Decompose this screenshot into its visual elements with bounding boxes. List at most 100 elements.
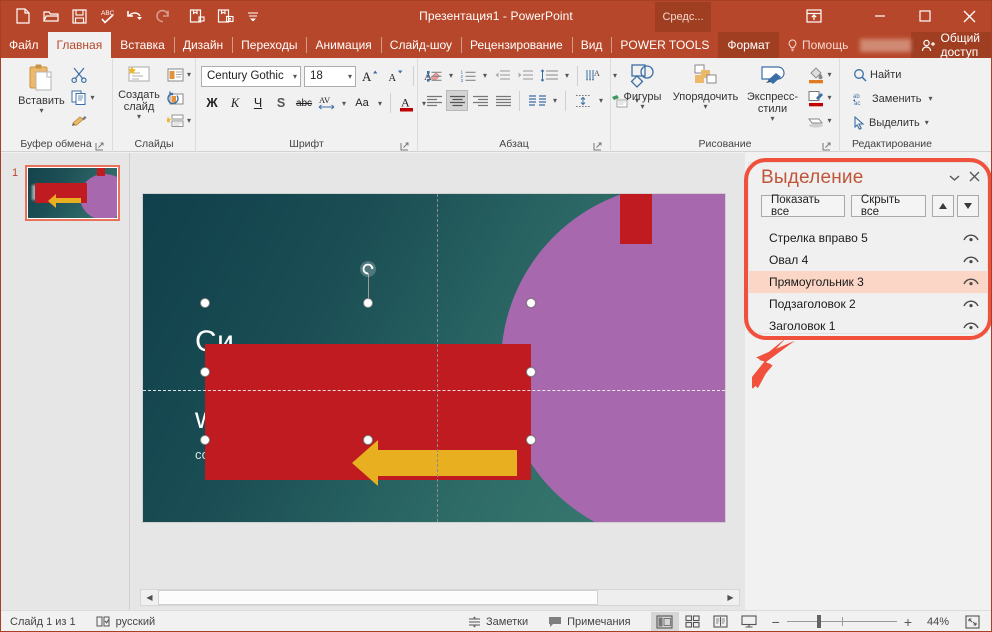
selection-item-arrow-5[interactable]: Стрелка вправо 5 — [749, 227, 987, 249]
tab-file[interactable]: Файл — [0, 32, 48, 58]
scroll-right-icon[interactable]: ▶ — [722, 590, 739, 605]
visibility-eye-icon[interactable] — [963, 233, 979, 243]
copy-caret-icon[interactable]: ▾ — [90, 94, 94, 102]
move-up-button[interactable] — [932, 195, 954, 217]
scroll-left-icon[interactable]: ◀ — [141, 590, 158, 605]
selection-pane[interactable]: Выделение Показать все Скрыть все Стрелк… — [748, 162, 988, 334]
line-spacing-button[interactable] — [537, 65, 561, 86]
tab-home[interactable]: Главная — [47, 32, 112, 58]
font-family-caret-icon[interactable]: ▾ — [287, 72, 297, 81]
slide-indicator[interactable]: Слайд 1 из 1 — [0, 611, 86, 632]
fit-slide-to-window-icon[interactable] — [958, 612, 986, 632]
bullets-button[interactable] — [423, 65, 445, 86]
character-spacing-button[interactable]: AV — [316, 92, 338, 114]
tab-slideshow[interactable]: Слайд-шоу — [380, 32, 461, 58]
font-size-combo[interactable]: 18 ▾ — [304, 65, 356, 87]
change-case-caret-icon[interactable]: ▾ — [375, 99, 385, 108]
new-slide-caret-icon[interactable]: ▾ — [137, 113, 141, 121]
tab-design[interactable]: Дизайн — [173, 32, 232, 58]
paragraph-dialog-launcher-icon[interactable] — [592, 140, 603, 151]
maximize-icon[interactable] — [902, 0, 947, 32]
tab-transitions[interactable]: Переходы — [232, 32, 306, 58]
layout-button[interactable]: ▾ — [164, 64, 194, 85]
slideshow-icon[interactable] — [735, 612, 763, 632]
close-pane-icon[interactable] — [969, 169, 980, 187]
new-document-icon[interactable] — [10, 3, 36, 29]
selection-item-oval-4[interactable]: Овал 4 — [749, 249, 987, 271]
resize-handle-sw[interactable] — [200, 435, 210, 445]
zoom-in-icon[interactable]: + — [904, 614, 912, 630]
quick-styles-button[interactable]: Экспресс-стили ▾ — [742, 61, 804, 123]
text-shadow-button[interactable]: S — [270, 92, 292, 114]
shape-effects-button[interactable]: ▾ — [804, 110, 835, 131]
new-slide-button[interactable]: Создать слайд ▾ — [114, 61, 164, 121]
normal-view-icon[interactable] — [650, 611, 679, 632]
zoom-slider[interactable] — [786, 615, 897, 628]
undo-icon[interactable] — [122, 3, 148, 29]
reset-button[interactable] — [164, 87, 194, 108]
zoom-out-icon[interactable]: − — [772, 614, 780, 630]
hscroll-track[interactable] — [158, 590, 722, 605]
slide-thumbnail-pane[interactable]: 1 — [0, 153, 130, 610]
select-button[interactable]: Выделить ▾ — [850, 112, 935, 133]
resize-handle-w[interactable] — [200, 366, 210, 377]
quick-styles-caret-icon[interactable]: ▾ — [770, 115, 774, 123]
visibility-eye-icon[interactable] — [963, 321, 979, 331]
shapes-caret-icon[interactable]: ▾ — [640, 103, 644, 111]
paste-caret-icon[interactable]: ▾ — [39, 107, 43, 115]
justify-button[interactable] — [492, 90, 514, 111]
hscroll-thumb[interactable] — [158, 590, 598, 605]
tab-power-tools[interactable]: POWER TOOLS — [611, 32, 718, 58]
ribbon-display-options-icon[interactable] — [789, 0, 839, 32]
customize-qat-icon[interactable] — [240, 3, 266, 29]
shape-fill-button[interactable]: ▾ — [804, 64, 835, 85]
visibility-eye-icon[interactable] — [963, 299, 979, 309]
copy-button[interactable]: ▾ — [68, 87, 97, 108]
selection-item-title-1[interactable]: Заголовок 1 — [749, 315, 987, 337]
replace-caret-icon[interactable]: ▾ — [928, 95, 932, 103]
resize-handle-e[interactable] — [526, 366, 536, 377]
find-button[interactable]: Найти — [850, 64, 935, 85]
increase-font-size-button[interactable]: A — [359, 65, 381, 87]
zoom-control[interactable]: − + 44% — [763, 614, 958, 630]
resize-handle-s[interactable] — [363, 435, 373, 445]
selection-item-subtitle-2[interactable]: Подзаголовок 2 — [749, 293, 987, 315]
language-status[interactable]: русский — [86, 611, 165, 632]
minimize-icon[interactable] — [857, 0, 902, 32]
zoom-level-label[interactable]: 44% — [919, 616, 949, 628]
line-spacing-caret-icon[interactable]: ▾ — [562, 71, 572, 80]
resize-handle-ne[interactable] — [526, 298, 536, 308]
shape-outline-button[interactable]: ▾ — [804, 87, 835, 108]
selection-item-rectangle-3[interactable]: Прямоугольник 3 — [749, 271, 987, 293]
align-text-caret-icon[interactable]: ▾ — [596, 96, 606, 105]
shape-fill-caret-icon[interactable]: ▾ — [828, 71, 832, 79]
increase-indent-button[interactable] — [514, 65, 536, 86]
font-color-button[interactable]: A — [396, 92, 418, 114]
decrease-indent-button[interactable] — [491, 65, 513, 86]
italic-button[interactable]: К — [224, 92, 246, 114]
tab-view[interactable]: Вид — [571, 32, 612, 58]
hide-all-button[interactable]: Скрыть все — [850, 194, 926, 218]
layout-caret-icon[interactable]: ▾ — [187, 71, 191, 79]
comments-button[interactable]: Примечания — [538, 611, 641, 632]
resize-handle-n[interactable] — [363, 298, 373, 308]
font-size-caret-icon[interactable]: ▾ — [342, 72, 352, 81]
align-right-button[interactable] — [469, 90, 491, 111]
arrange-caret-icon[interactable]: ▾ — [703, 103, 707, 111]
reading-view-icon[interactable] — [707, 612, 735, 632]
align-center-button[interactable] — [446, 90, 468, 111]
paste-button[interactable]: Вставить ▾ — [14, 61, 68, 115]
shapes-button[interactable]: Фигуры ▾ — [616, 61, 670, 111]
task-pane-options-icon[interactable] — [949, 169, 960, 187]
tab-review[interactable]: Рецензирование — [461, 32, 572, 58]
tab-insert[interactable]: Вставка — [111, 32, 174, 58]
change-case-button[interactable]: Aa — [350, 92, 374, 114]
bold-button[interactable]: Ж — [201, 92, 223, 114]
format-painter-button[interactable] — [68, 110, 97, 131]
rotate-handle-icon[interactable] — [359, 260, 377, 278]
slide-accent-rect[interactable] — [620, 194, 652, 244]
character-spacing-caret-icon[interactable]: ▾ — [339, 99, 349, 108]
share-button[interactable]: Общий доступ — [910, 31, 992, 59]
section-caret-icon[interactable]: ▾ — [187, 117, 191, 125]
align-left-button[interactable] — [423, 90, 445, 111]
